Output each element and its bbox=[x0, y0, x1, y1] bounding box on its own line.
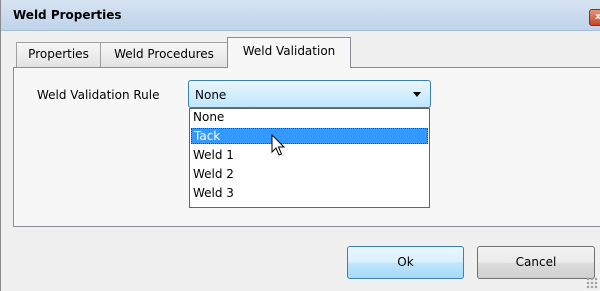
weld-properties-dialog: Weld Properties x Properties Weld Proced… bbox=[0, 0, 600, 291]
combobox-selected-value: None bbox=[195, 88, 227, 102]
tab-properties[interactable]: Properties bbox=[16, 42, 101, 67]
close-icon[interactable]: x bbox=[589, 9, 600, 26]
resize-grip-icon[interactable] bbox=[586, 277, 598, 289]
chevron-down-icon[interactable] bbox=[413, 92, 421, 97]
ok-button[interactable]: Ok bbox=[347, 246, 464, 279]
dropdown-option-weld-3[interactable]: Weld 3 bbox=[191, 186, 428, 202]
tab-weld-validation[interactable]: Weld Validation bbox=[227, 37, 351, 68]
tab-weld-procedures[interactable]: Weld Procedures bbox=[100, 42, 228, 67]
mouse-pointer-icon bbox=[271, 134, 286, 156]
dropdown-list: None Tack Weld 1 Weld 2 Weld 3 bbox=[189, 108, 430, 208]
window-title: Weld Properties bbox=[13, 8, 122, 22]
cancel-button[interactable]: Cancel bbox=[477, 246, 595, 279]
weld-validation-rule-label: Weld Validation Rule bbox=[37, 88, 160, 102]
dropdown-option-weld-1[interactable]: Weld 1 bbox=[191, 148, 428, 164]
dropdown-option-tack[interactable]: Tack bbox=[191, 128, 428, 144]
dropdown-option-weld-2[interactable]: Weld 2 bbox=[191, 167, 428, 183]
weld-validation-rule-combobox[interactable]: None bbox=[188, 80, 431, 108]
title-bar[interactable]: Weld Properties x bbox=[1, 0, 600, 31]
dropdown-option-none[interactable]: None bbox=[191, 110, 428, 126]
